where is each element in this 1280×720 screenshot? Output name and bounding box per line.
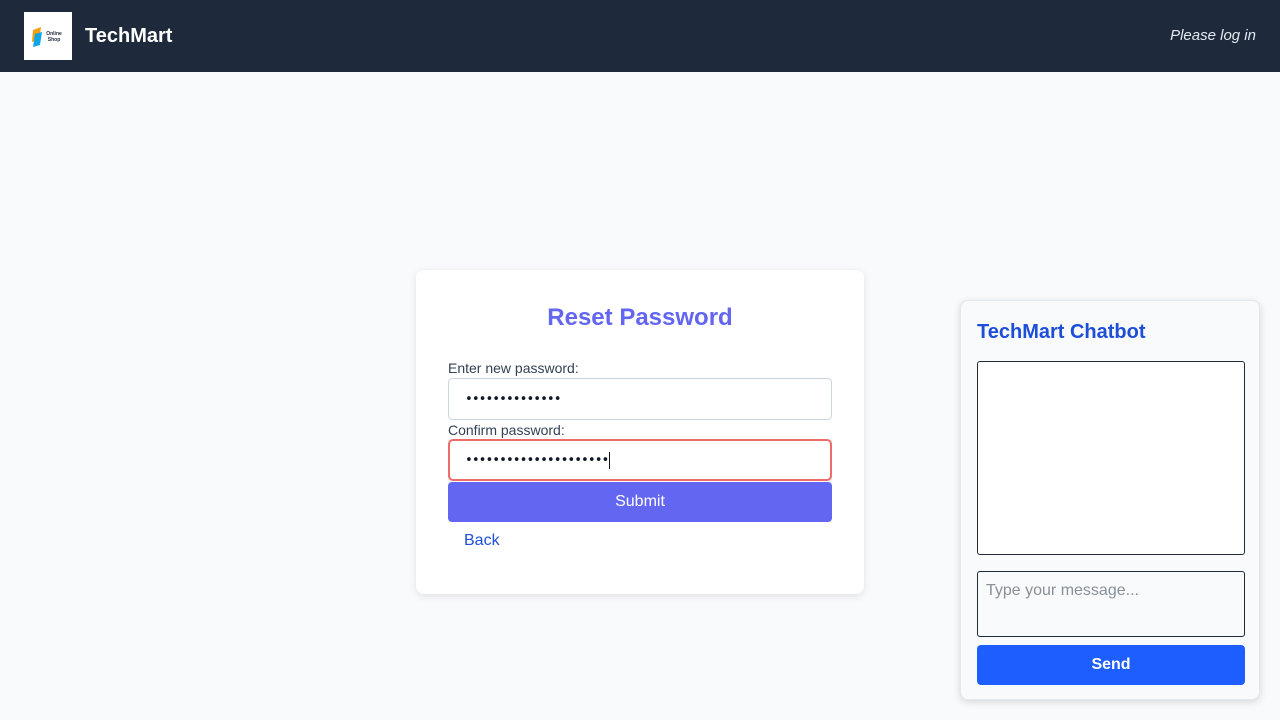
top-header: Online Shop TechMart Please log in	[0, 0, 1280, 72]
new-password-value: ••••••••••••••	[465, 391, 562, 407]
chat-message-input[interactable]: Type your message...	[977, 571, 1245, 637]
chatbot-panel: TechMart Chatbot Type your message... Se…	[960, 300, 1260, 700]
submit-button[interactable]: Submit	[448, 482, 832, 522]
new-password-field[interactable]: ••••••••••••••	[448, 378, 832, 420]
confirm-password-label: Confirm password:	[448, 422, 565, 438]
logo[interactable]: Online Shop	[24, 12, 72, 60]
chatbot-title: TechMart Chatbot	[977, 321, 1146, 343]
brand-name[interactable]: TechMart	[85, 25, 172, 48]
back-link[interactable]: Back	[464, 532, 500, 550]
reset-password-card: Reset Password Enter new password: •••••…	[416, 270, 864, 594]
send-button[interactable]: Send	[977, 645, 1245, 685]
login-status: Please log in	[1170, 27, 1256, 44]
confirm-password-field[interactable]: •••••••••••••••••••••	[448, 439, 832, 481]
page-title: Reset Password	[547, 304, 733, 331]
logo-text: Online Shop	[46, 31, 62, 43]
new-password-label: Enter new password:	[448, 360, 579, 376]
confirm-password-value: •••••••••••••••••••••	[465, 452, 609, 468]
text-caret	[609, 451, 611, 469]
chat-messages-area[interactable]	[977, 361, 1245, 555]
